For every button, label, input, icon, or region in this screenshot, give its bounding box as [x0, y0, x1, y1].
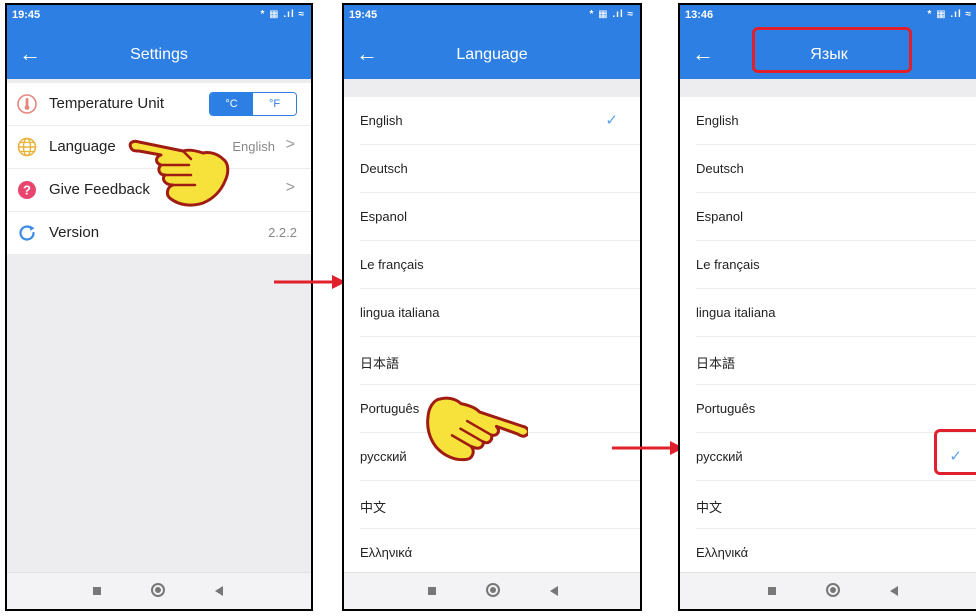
chevron-right-icon: > [285, 136, 295, 153]
language-item-greek[interactable]: Ελληνικά [696, 529, 976, 576]
system-nav-bar [7, 572, 311, 609]
language-item-english[interactable]: English [696, 97, 976, 145]
language-item-greek[interactable]: Ελληνικά [360, 529, 640, 576]
language-label: 中文 [360, 500, 387, 515]
setting-label: Temperature Unit [49, 95, 165, 112]
phone-language-screen-russian: 13:46 * ▦ .ıl ≈ ← Язык English Deutsch E… [678, 3, 976, 611]
language-content: English ✓ Deutsch Espanol Le français lin… [344, 79, 640, 576]
home-icon[interactable] [826, 583, 840, 597]
language-label: Deutsch [360, 161, 408, 176]
status-icons: * ▦ .ıl ≈ [589, 9, 634, 20]
language-label: lingua italiana [360, 305, 440, 320]
language-label: English [696, 113, 739, 128]
chevron-right-icon: > [285, 179, 295, 196]
language-item-chinese[interactable]: 中文 [696, 481, 976, 529]
language-label: Deutsch [696, 161, 744, 176]
language-item-deutsch[interactable]: Deutsch [696, 145, 976, 193]
checkmark-highlight-box [934, 429, 976, 475]
language-item-italiana[interactable]: lingua italiana [696, 289, 976, 337]
language-label: lingua italiana [696, 305, 776, 320]
setting-label: Language [49, 138, 116, 155]
recent-apps-icon[interactable] [428, 587, 436, 595]
system-nav-bar [344, 572, 640, 609]
language-label: русский [696, 449, 743, 464]
language-list: English ✓ Deutsch Espanol Le français lin… [344, 97, 640, 576]
refresh-icon [17, 223, 37, 243]
app-bar: ← Settings [7, 31, 311, 79]
status-bar: 19:45 * ▦ .ıl ≈ [344, 5, 640, 31]
setting-version: Version 2.2.2 [7, 212, 311, 254]
help-icon: ? [17, 180, 37, 200]
arrow-right-icon [612, 441, 684, 455]
status-time: 19:45 [12, 9, 41, 21]
setting-temperature-unit: Temperature Unit °C °F [7, 83, 311, 126]
pointing-hand-icon [426, 396, 528, 462]
language-label: Português [360, 401, 420, 416]
home-icon[interactable] [486, 583, 500, 597]
language-item-espanol[interactable]: Espanol [696, 193, 976, 241]
language-label: English [360, 113, 403, 128]
language-content: English Deutsch Espanol Le français ling… [680, 79, 976, 576]
globe-icon [17, 137, 37, 157]
language-item-portugues[interactable]: Português [696, 385, 976, 433]
language-item-francais[interactable]: Le français [360, 241, 640, 289]
status-icons: * ▦ .ıl ≈ [260, 9, 305, 20]
page-title: Language [456, 46, 528, 63]
unit-fahrenheit-button[interactable]: °F [253, 93, 296, 115]
checkmark-icon: ✓ [605, 112, 618, 129]
language-item-japanese[interactable]: 日本語 [696, 337, 976, 385]
language-label: 中文 [696, 500, 723, 515]
recent-apps-icon[interactable] [93, 587, 101, 595]
phone-language-screen: 19:45 * ▦ .ıl ≈ ← Language English ✓ Deut… [342, 3, 642, 611]
status-time: 13:46 [685, 9, 714, 21]
language-item-francais[interactable]: Le français [696, 241, 976, 289]
back-triangle-icon[interactable] [215, 586, 223, 596]
home-icon[interactable] [151, 583, 165, 597]
pointing-hand-icon [128, 139, 230, 207]
language-label: русский [360, 449, 407, 464]
back-triangle-icon[interactable] [890, 586, 898, 596]
language-label: Espanol [696, 209, 743, 224]
language-label: 日本語 [696, 356, 736, 371]
title-highlight-box [752, 27, 912, 73]
language-label: Português [696, 401, 756, 416]
language-item-italiana[interactable]: lingua italiana [360, 289, 640, 337]
language-label: Le français [360, 257, 424, 272]
temperature-unit-toggle[interactable]: °C °F [209, 92, 297, 116]
setting-value: English [232, 139, 275, 154]
status-icons: * ▦ .ıl ≈ [927, 9, 972, 20]
thermometer-icon [17, 94, 37, 114]
phone-settings-screen: 19:45 * ▦ .ıl ≈ ← Settings Temperature U… [5, 3, 313, 611]
recent-apps-icon[interactable] [768, 587, 776, 595]
language-label: Espanol [360, 209, 407, 224]
unit-celsius-button[interactable]: °C [210, 93, 253, 115]
language-item-espanol[interactable]: Espanol [360, 193, 640, 241]
status-bar: 19:45 * ▦ .ıl ≈ [7, 5, 311, 31]
version-value: 2.2.2 [268, 225, 297, 240]
back-triangle-icon[interactable] [550, 586, 558, 596]
app-bar: ← Language [344, 31, 640, 79]
language-item-chinese[interactable]: 中文 [360, 481, 640, 529]
language-label: Ελληνικά [360, 545, 413, 560]
system-nav-bar [680, 572, 976, 609]
arrow-right-icon [274, 275, 346, 289]
language-label: Le français [696, 257, 760, 272]
page-title: Settings [130, 46, 188, 63]
language-list: English Deutsch Espanol Le français ling… [680, 97, 976, 576]
language-item-japanese[interactable]: 日本語 [360, 337, 640, 385]
language-item-deutsch[interactable]: Deutsch [360, 145, 640, 193]
language-label: 日本語 [360, 356, 400, 371]
status-time: 19:45 [349, 9, 378, 21]
svg-text:?: ? [23, 183, 31, 198]
setting-label: Version [49, 224, 100, 241]
language-label: Ελληνικά [696, 545, 749, 560]
language-item-english[interactable]: English ✓ [360, 97, 640, 145]
